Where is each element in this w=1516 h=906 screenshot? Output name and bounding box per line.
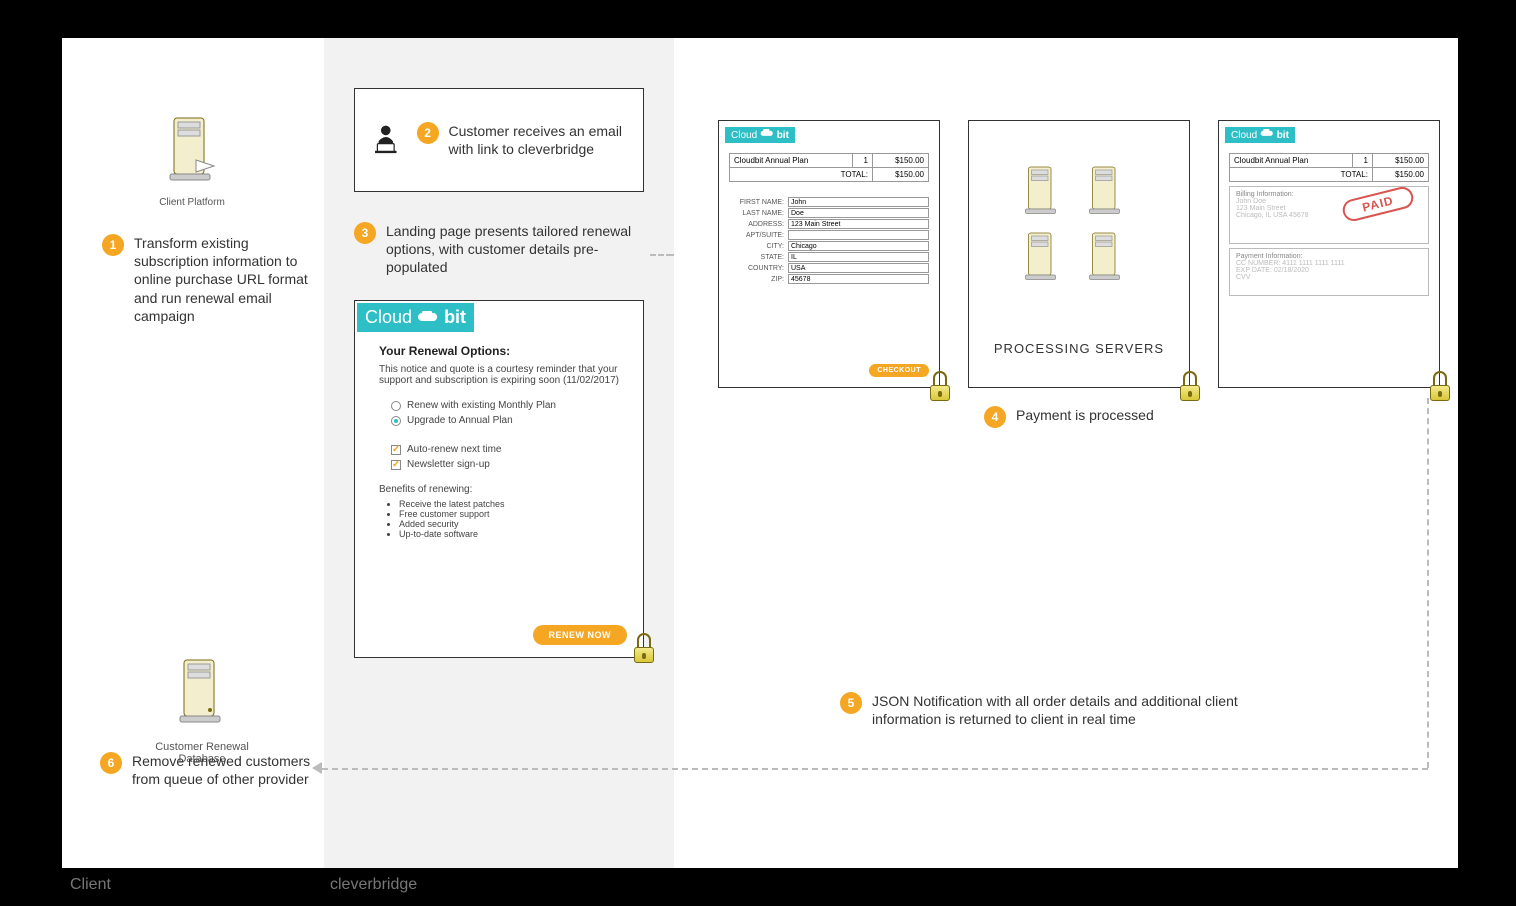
renew-now-button[interactable]: RENEW NOW (533, 625, 628, 645)
step-badge-2: 2 (417, 122, 439, 144)
server-icon (162, 110, 222, 190)
radio-monthly[interactable]: Renew with existing Monthly Plan (391, 400, 619, 411)
check-newsletter[interactable]: Newsletter sign-up (391, 459, 619, 470)
arrow-left-icon (312, 762, 322, 774)
step-1: 1 Transform existing subscription inform… (102, 234, 310, 325)
step-4-text: Payment is processed (1016, 406, 1154, 424)
step-badge-1: 1 (102, 234, 124, 256)
check-autorenew[interactable]: Auto-renew next time (391, 444, 619, 455)
renewal-db-block: Customer Renewal Database (132, 652, 272, 765)
receipt-card: Cloud bit Cloudbit Annual Plan1$150.00 T… (1218, 120, 1440, 388)
lock-icon (927, 371, 953, 401)
customer-email-card: 2 Customer receives an email with link t… (354, 88, 644, 192)
return-flow-line (1427, 398, 1429, 768)
benefits-list: Receive the latest patches Free customer… (393, 499, 619, 539)
payment-info-box: Payment Information: CC NUMBER: 4111 111… (1229, 248, 1429, 296)
lock-icon (1177, 371, 1203, 401)
person-laptop-icon (369, 112, 403, 168)
server-icon (1019, 161, 1065, 221)
processing-servers-card: PROCESSING SERVERS (968, 120, 1190, 388)
step-3-text: Landing page presents tailored renewal o… (386, 222, 644, 277)
checkout-card: Cloud bit Cloudbit Annual Plan1$150.00 T… (718, 120, 940, 388)
section-label-client: Client (70, 876, 111, 894)
server-icon (172, 652, 232, 732)
column-cleverbridge-left: 2 Customer receives an email with link t… (324, 38, 674, 868)
brand-bit: bit (444, 307, 466, 327)
last-name-input[interactable]: Doe (788, 208, 929, 218)
apt-input[interactable] (788, 230, 929, 240)
cloudbit-logo: Cloud bit (725, 127, 795, 143)
server-icon (1083, 161, 1129, 221)
section-label-cleverbridge: cleverbridge (330, 876, 417, 894)
client-platform-label: Client Platform (132, 197, 252, 208)
step-6: 6 Remove renewed customers from queue of… (100, 752, 320, 788)
landing-body: Your Renewal Options: This notice and qu… (355, 334, 643, 549)
billing-info-box: Billing Information: John Doe 123 Main S… (1229, 186, 1429, 244)
country-input[interactable]: USA (788, 263, 929, 273)
server-icon (1083, 227, 1129, 287)
lock-icon (631, 633, 657, 663)
step-badge-4: 4 (984, 406, 1006, 428)
step-5: 5 JSON Notification with all order detai… (840, 692, 1300, 728)
step-4: 4 Payment is processed (984, 406, 1224, 428)
brand-cloud: Cloud (365, 307, 412, 327)
column-cleverbridge-right: Cloud bit Cloudbit Annual Plan1$150.00 T… (674, 38, 1458, 868)
step-3: 3 Landing page presents tailored renewal… (354, 222, 644, 277)
step-2-text: Customer receives an email with link to … (449, 122, 629, 158)
first-name-input[interactable]: John (788, 197, 929, 207)
processing-servers-label: PROCESSING SERVERS (969, 341, 1189, 356)
cloudbit-logo: Cloud bit (1225, 127, 1295, 143)
address-input[interactable]: 123 Main Street (788, 219, 929, 229)
state-input[interactable]: IL (788, 252, 929, 262)
benefits-title: Benefits of renewing: (379, 484, 619, 495)
step-5-text: JSON Notification with all order details… (872, 692, 1300, 728)
column-client: Client Platform 1 Transform existing sub… (62, 38, 324, 868)
order-table: Cloudbit Annual Plan1$150.00 TOTAL:$150.… (1229, 153, 1429, 182)
step-1-text: Transform existing subscription informat… (134, 234, 310, 325)
renewal-notice: This notice and quote is a courtesy remi… (379, 364, 619, 386)
order-table: Cloudbit Annual Plan1$150.00 TOTAL:$150.… (729, 153, 929, 182)
return-flow-line (322, 768, 1428, 770)
server-icon (1019, 227, 1065, 287)
cloudbit-logo: Cloud bit (357, 303, 474, 332)
step-badge-6: 6 (100, 752, 122, 774)
step-badge-5: 5 (840, 692, 862, 714)
diagram-canvas: Client Platform 1 Transform existing sub… (60, 36, 1456, 870)
checkout-button[interactable]: CHECKOUT (869, 364, 929, 377)
city-input[interactable]: Chicago (788, 241, 929, 251)
step-6-text: Remove renewed customers from queue of o… (132, 752, 320, 788)
radio-annual[interactable]: Upgrade to Annual Plan (391, 415, 619, 426)
zip-input[interactable]: 45678 (788, 274, 929, 284)
lock-icon (1427, 371, 1453, 401)
client-platform-block: Client Platform (132, 110, 252, 208)
step-badge-3: 3 (354, 222, 376, 244)
landing-page-card: Cloud bit Your Renewal Options: This not… (354, 300, 644, 658)
renewal-title: Your Renewal Options: (379, 344, 619, 358)
